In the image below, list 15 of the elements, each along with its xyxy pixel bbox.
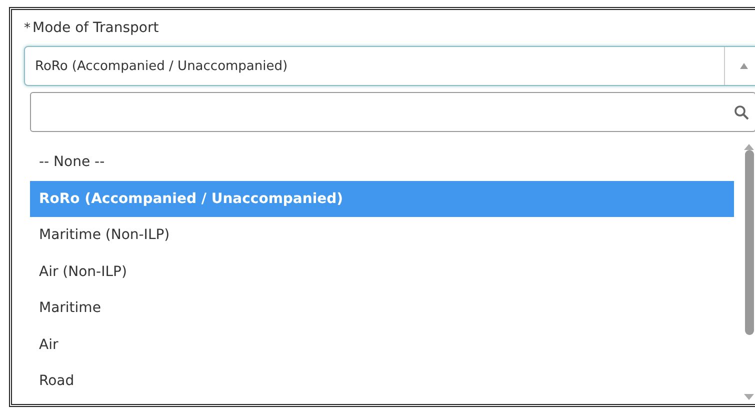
dropdown-option[interactable]: Road [30,363,734,400]
field-label: Mode of Transport [32,20,159,36]
dropdown-option[interactable]: Maritime [30,290,734,326]
required-mark: * [24,20,30,36]
dropdown-option[interactable]: -- None -- [30,144,734,180]
dropdown-option[interactable]: Air (Non-ILP) [30,254,734,290]
dropdown-option[interactable]: Maritime (Non-ILP) [30,217,734,254]
selected-value: RoRo (Accompanied / Unaccompanied) [34,58,289,76]
caret-icon [740,63,748,69]
search-icon [734,104,749,120]
dropdown-option[interactable]: Air [30,326,734,363]
scrollbar[interactable] [742,144,755,400]
scroll-down-icon[interactable] [744,394,754,400]
search-field[interactable] [30,92,755,132]
mode-select[interactable]: RoRo (Accompanied / Unaccompanied) [24,46,755,86]
